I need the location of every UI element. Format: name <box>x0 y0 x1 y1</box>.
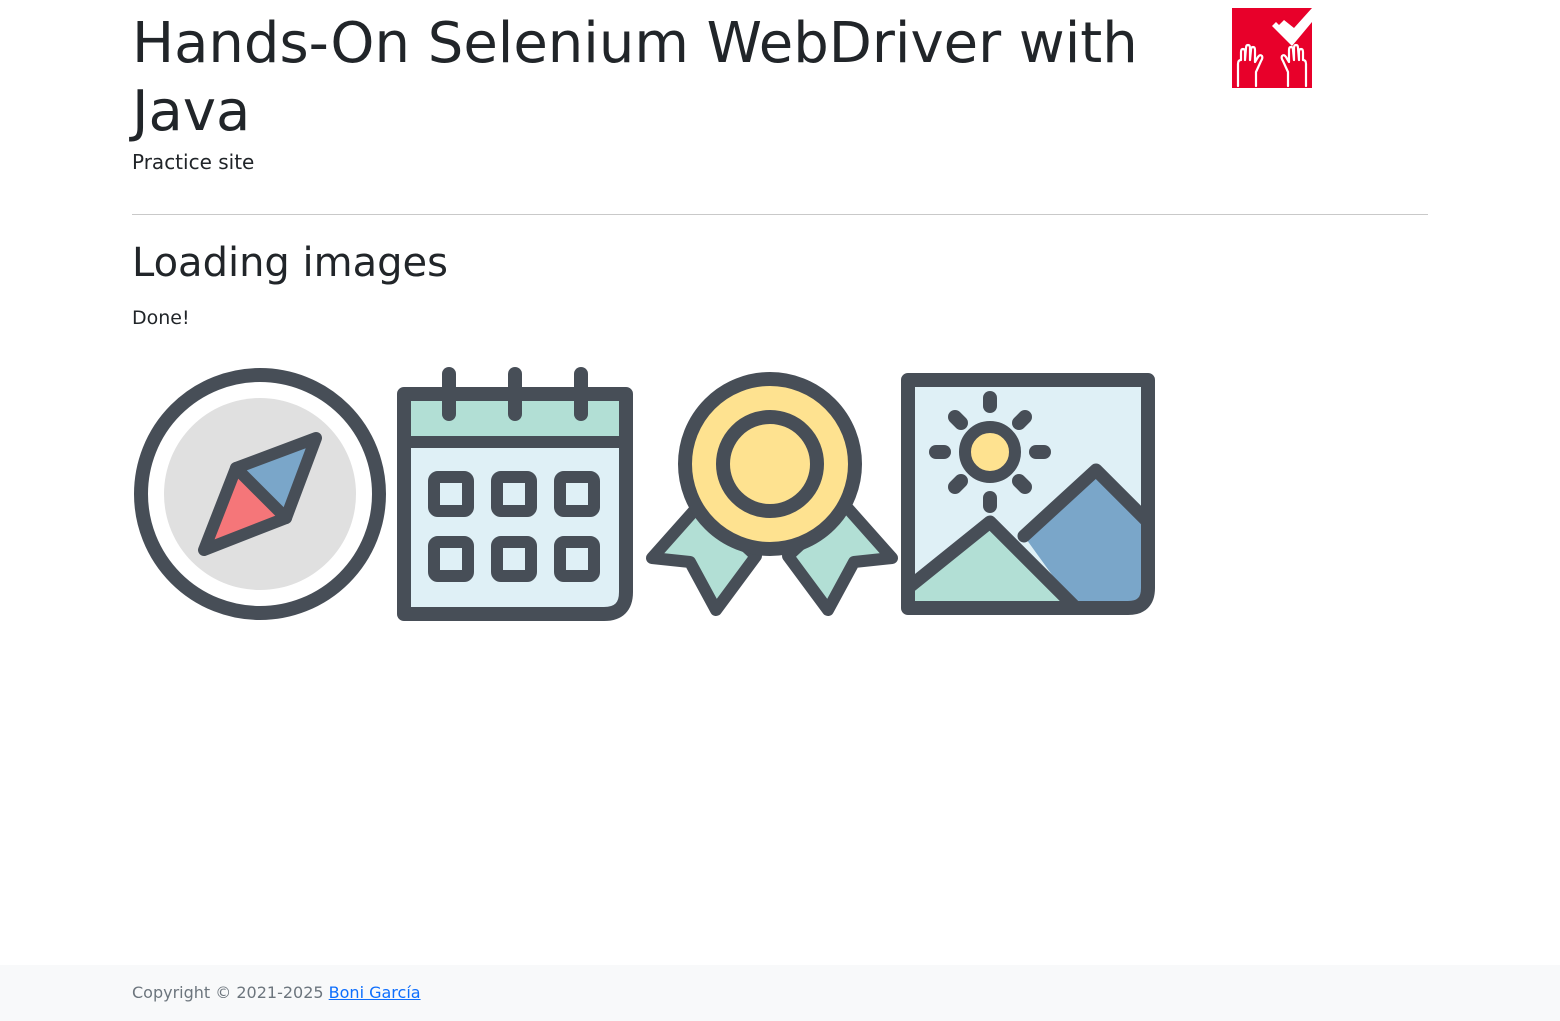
page-subtitle: Practice site <box>132 150 255 174</box>
landscape-image <box>900 366 1156 622</box>
page-footer: Copyright © 2021-2025 Boni García <box>0 965 1560 1021</box>
logo-graphic <box>1232 8 1312 88</box>
hands-checkmark-logo <box>1232 8 1312 88</box>
calendar-image <box>388 366 644 622</box>
landscape-icon <box>901 373 1155 615</box>
page-header: Hands-On Selenium WebDriver with Java Pr… <box>132 0 1428 215</box>
calendar-icon <box>397 367 633 621</box>
award-icon <box>646 372 898 616</box>
compass-image <box>132 366 388 622</box>
award-image <box>644 366 900 622</box>
section-heading: Loading images <box>132 240 448 286</box>
loading-status: Done! <box>132 307 190 329</box>
copyright-text: Copyright © 2021-2025 <box>132 983 324 1002</box>
footer-copyright: Copyright © 2021-2025 Boni García <box>132 983 421 1003</box>
author-link[interactable]: Boni García <box>329 983 421 1002</box>
header-divider <box>132 214 1428 215</box>
compass-icon <box>134 368 386 620</box>
page-title: Hands-On Selenium WebDriver with Java <box>132 11 1138 144</box>
